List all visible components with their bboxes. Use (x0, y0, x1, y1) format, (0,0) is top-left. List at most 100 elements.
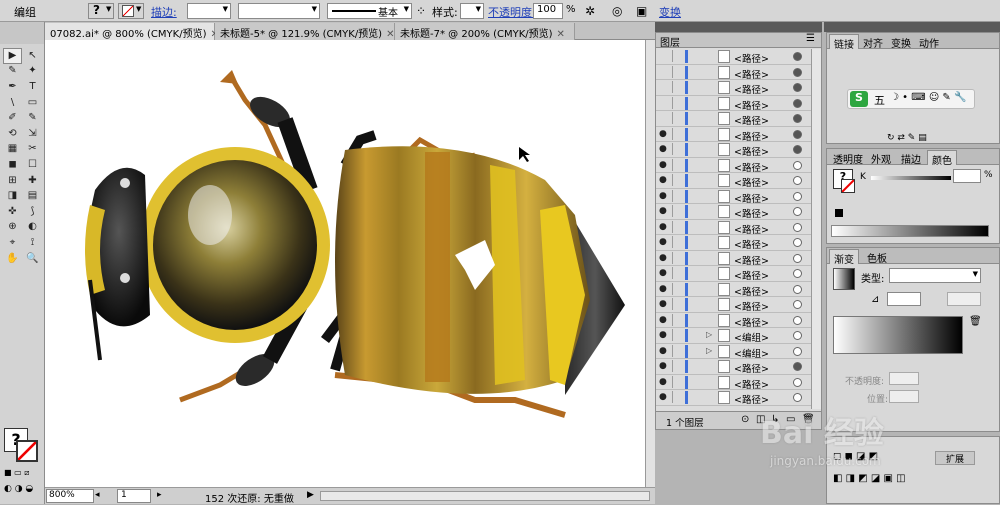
tab-doc-1[interactable]: 07082.ai* @ 800% (CMYK/预览)✕ (45, 23, 219, 40)
eye-icon[interactable]: ● (659, 237, 667, 247)
tool-button[interactable]: ▦ (3, 142, 22, 158)
layer-row[interactable]: <路径> (656, 49, 811, 65)
target-circle-icon[interactable] (793, 300, 802, 309)
black-swatch[interactable] (835, 209, 843, 217)
eye-icon[interactable]: ● (659, 392, 667, 402)
tab-gradient[interactable]: 渐变 (829, 249, 859, 266)
target-circle-icon[interactable] (793, 145, 802, 154)
lock-toggle[interactable] (672, 81, 682, 93)
stop-opacity-input[interactable] (889, 372, 919, 385)
target-circle-icon[interactable] (793, 207, 802, 216)
layer-row[interactable]: ● ▷ <编组> (656, 344, 811, 360)
target-circle-icon[interactable] (793, 393, 802, 402)
layer-row[interactable]: ● ▷ <编组> (656, 328, 811, 344)
tool-button[interactable]: ✋ (3, 251, 22, 267)
tool-button[interactable]: ✦ (23, 64, 42, 80)
tool-button[interactable]: ⟟ (23, 235, 42, 251)
status-menu-icon[interactable]: ▶ (307, 490, 314, 500)
layer-row[interactable]: ● <路径> (656, 251, 811, 267)
expand-triangle-icon[interactable]: ▷ (706, 346, 712, 355)
eye-icon[interactable]: ● (659, 206, 667, 216)
tool-button[interactable]: \ (3, 95, 22, 111)
k-value-input[interactable] (953, 169, 981, 183)
variable-width-select[interactable]: ▼ (238, 3, 320, 19)
fill-stroke-widget[interactable]: ? (4, 428, 40, 464)
layer-row[interactable]: ● <路径> (656, 142, 811, 158)
target-circle-icon[interactable] (793, 346, 802, 356)
lock-toggle[interactable] (672, 313, 682, 326)
lock-toggle[interactable] (672, 236, 682, 248)
layer-row[interactable]: ● <路径> (656, 235, 811, 251)
layer-row[interactable]: ● <路径> (656, 127, 811, 143)
tool-button[interactable]: ↖ (23, 48, 42, 64)
target-circle-icon[interactable] (793, 160, 802, 170)
stroke-swatch[interactable]: ▼ (118, 3, 144, 19)
target-circle-icon[interactable] (793, 191, 802, 201)
layer-row[interactable]: ● <路径> (656, 189, 811, 205)
eye-icon[interactable]: ● (659, 175, 667, 185)
lock-toggle[interactable] (672, 220, 682, 233)
eye-icon[interactable]: ● (659, 144, 667, 154)
lock-toggle[interactable] (672, 375, 682, 388)
lock-toggle[interactable] (672, 65, 682, 78)
layer-row[interactable]: ● <路径> (656, 266, 811, 282)
shape-mode-icons[interactable]: ◻ ◼ ◪ ◩ (833, 451, 878, 462)
target-circle-icon[interactable] (793, 222, 802, 232)
tool-button[interactable]: ◼ (3, 157, 22, 173)
stroke-link[interactable]: 描边: (151, 4, 177, 20)
tab-links[interactable]: 链接 (829, 34, 859, 51)
clipping-mask-icon[interactable]: ◫ (756, 414, 765, 425)
layer-row[interactable]: ● <路径> (656, 158, 811, 174)
eye-icon[interactable]: ● (659, 346, 667, 356)
tool-button[interactable]: 🔍 (23, 251, 42, 267)
layers-panel-title[interactable]: 图层 (660, 34, 680, 49)
target-circle-icon[interactable] (793, 284, 802, 294)
tool-button[interactable]: T (23, 79, 42, 95)
eye-icon[interactable]: ● (659, 160, 667, 170)
panel-menu-icon[interactable]: ☰ (806, 33, 815, 44)
layer-row[interactable]: <路径> (656, 96, 811, 112)
tool-button[interactable]: ☐ (23, 157, 42, 173)
tool-button[interactable]: ✚ (23, 173, 42, 189)
lock-toggle[interactable] (672, 329, 682, 341)
color-mode-icons[interactable]: ■ ▭ ⧄ (4, 468, 42, 478)
eye-icon[interactable]: ● (659, 191, 667, 201)
tool-button[interactable]: ✐ (3, 110, 22, 126)
expand-button[interactable]: 扩展 (935, 451, 975, 465)
lock-toggle[interactable] (672, 96, 682, 109)
expand-triangle-icon[interactable]: ▷ (706, 330, 712, 339)
brush-definition-select[interactable]: 基本 ▼ (327, 3, 412, 19)
target-circle-icon[interactable] (793, 67, 802, 77)
aspect-input[interactable] (947, 292, 981, 306)
tab-actions[interactable]: 动作 (915, 34, 943, 50)
tool-button[interactable]: ✎ (23, 110, 42, 126)
layer-row[interactable]: <路径> (656, 80, 811, 96)
tab-swatches[interactable]: 色板 (863, 249, 891, 265)
align-icon[interactable]: ▣ (636, 4, 647, 18)
tab-doc-2[interactable]: 未标题-5* @ 121.9% (CMYK/预览) ✕ (215, 23, 395, 40)
tool-button[interactable]: ✒ (3, 79, 22, 95)
zoom-field[interactable]: 800% (46, 489, 94, 503)
eye-icon[interactable]: ● (659, 284, 667, 294)
lock-toggle[interactable] (672, 143, 682, 155)
lock-toggle[interactable] (672, 50, 682, 62)
target-circle-icon[interactable] (793, 52, 802, 61)
stop-position-input[interactable] (889, 390, 919, 403)
layer-row[interactable]: <路径> (656, 111, 811, 127)
tool-button[interactable]: ⊕ (3, 220, 22, 236)
gradient-type-select[interactable]: ▼ (889, 268, 981, 283)
color-spectrum-bar[interactable] (831, 225, 989, 237)
k-slider[interactable] (871, 176, 951, 180)
pathfinder-icons[interactable]: ◧ ◨ ◩ ◪ ▣ ◫ (833, 473, 906, 484)
new-sublayer-icon[interactable]: ↳ (771, 414, 779, 425)
draw-mode-icons[interactable]: ◐ ◑ ◒ (4, 484, 42, 496)
target-circle-icon[interactable] (793, 114, 802, 123)
vertical-scrollbar[interactable] (645, 40, 655, 487)
prev-artboard-icon[interactable]: ◂ (95, 490, 100, 500)
lock-toggle[interactable] (672, 344, 682, 357)
isolate-icon[interactable]: ◎ (612, 4, 622, 18)
tool-button[interactable]: ▭ (23, 95, 42, 111)
eye-icon[interactable]: ● (659, 222, 667, 232)
layer-row[interactable]: ● <路径> (656, 375, 811, 391)
tab-align[interactable]: 对齐 (859, 34, 887, 50)
